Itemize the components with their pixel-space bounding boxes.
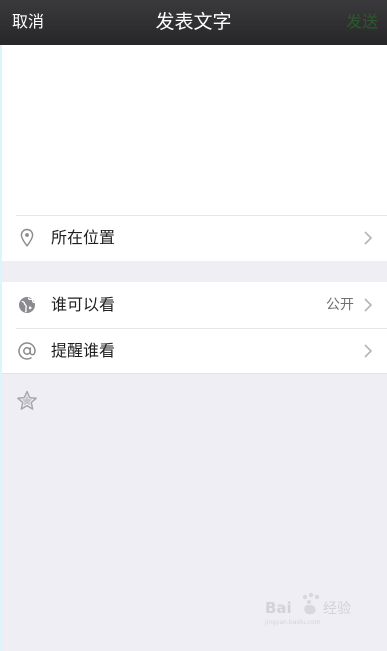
svg-text:经验: 经验 bbox=[323, 601, 351, 617]
row-divider bbox=[16, 215, 387, 216]
chevron-right-icon bbox=[364, 344, 373, 358]
mention-label: 提醒谁看 bbox=[51, 341, 116, 360]
at-sign-icon bbox=[18, 342, 36, 360]
visibility-label: 谁可以看 bbox=[51, 295, 116, 314]
screen: 取消 发表文字 发送 所在位置 谁可以看 公开 提醒谁看 Bai 经验 jing… bbox=[0, 0, 387, 651]
mention-row[interactable]: 提醒谁看 bbox=[2, 328, 387, 374]
chevron-right-icon bbox=[364, 298, 373, 312]
visibility-value: 公开 bbox=[326, 297, 354, 313]
location-label: 所在位置 bbox=[51, 228, 116, 247]
location-pin-icon bbox=[20, 228, 34, 247]
privacy-group: 谁可以看 公开 提醒谁看 bbox=[2, 282, 387, 374]
row-divider bbox=[2, 373, 387, 374]
star-icon[interactable] bbox=[15, 389, 39, 413]
compose-area bbox=[2, 45, 387, 215]
chevron-right-icon bbox=[364, 231, 373, 245]
location-group: 所在位置 bbox=[2, 215, 387, 261]
page-title: 发表文字 bbox=[155, 11, 232, 33]
visibility-row[interactable]: 谁可以看 公开 bbox=[2, 282, 387, 328]
compose-text-input[interactable] bbox=[16, 57, 375, 206]
nav-bar: 取消 发表文字 发送 bbox=[0, 0, 387, 45]
baidu-jingyan-watermark: Bai 经验 jingyan.baidu.com bbox=[265, 592, 351, 626]
svg-text:jingyan.baidu.com: jingyan.baidu.com bbox=[265, 619, 321, 626]
globe-icon bbox=[19, 297, 35, 313]
send-button[interactable]: 发送 bbox=[346, 12, 378, 32]
location-row[interactable]: 所在位置 bbox=[2, 215, 387, 261]
svg-text:Bai: Bai bbox=[265, 599, 292, 617]
row-divider bbox=[16, 328, 387, 329]
